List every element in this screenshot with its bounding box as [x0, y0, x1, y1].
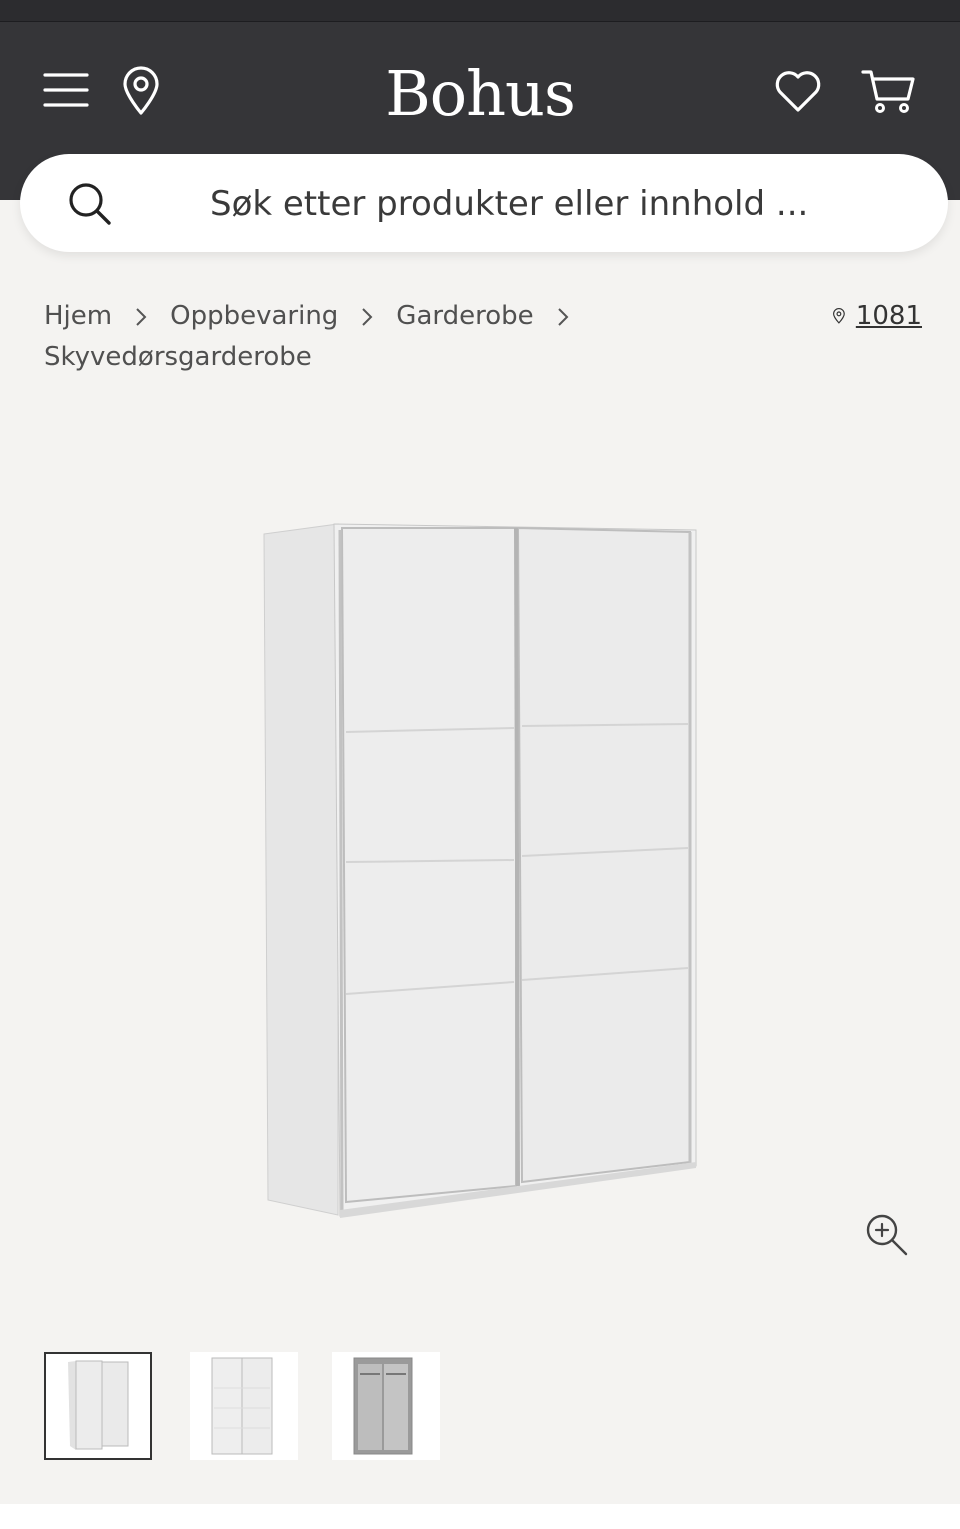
- breadcrumb-item-hjem[interactable]: Hjem: [44, 301, 112, 331]
- breadcrumb-item-oppbevaring[interactable]: Oppbevaring: [170, 301, 338, 331]
- thumbnail-1[interactable]: [44, 1352, 152, 1460]
- chevron-right-icon: [338, 301, 396, 331]
- zoom-button[interactable]: [862, 1210, 914, 1262]
- thumbnail-3[interactable]: [332, 1352, 440, 1460]
- chevron-right-icon: [112, 301, 170, 331]
- search-input[interactable]: [210, 176, 910, 232]
- chevron-right-icon: [534, 301, 592, 331]
- menu-button[interactable]: [40, 68, 92, 112]
- zoom-in-icon: [866, 1214, 908, 1256]
- breadcrumb: Hjem Oppbevaring Garderobe Skyvedørsgard…: [44, 296, 804, 372]
- brand-logo[interactable]: Bohus: [330, 56, 630, 132]
- thumbnail-gallery: [44, 1352, 464, 1460]
- hamburger-menu-icon: [43, 73, 89, 107]
- product-main-image[interactable]: [250, 510, 710, 1230]
- search-icon[interactable]: [68, 182, 112, 226]
- search-bar[interactable]: [20, 154, 948, 252]
- heart-icon: [775, 71, 821, 112]
- breadcrumb-current: Skyvedørsgarderobe: [44, 342, 312, 372]
- thumbnail-2[interactable]: [190, 1352, 298, 1460]
- store-code: 1081: [855, 301, 922, 331]
- map-pin-icon: [833, 308, 845, 324]
- wishlist-button[interactable]: [770, 66, 826, 116]
- cart-button[interactable]: [858, 66, 918, 116]
- breadcrumb-item-garderobe[interactable]: Garderobe: [396, 301, 533, 331]
- shopping-cart-icon: [861, 70, 915, 113]
- store-locator-button[interactable]: [118, 66, 164, 116]
- selected-store-link[interactable]: 1081: [832, 296, 922, 336]
- page-bottom-edge: [0, 1504, 960, 1529]
- status-bar: [0, 0, 960, 22]
- map-pin-icon: [123, 66, 159, 115]
